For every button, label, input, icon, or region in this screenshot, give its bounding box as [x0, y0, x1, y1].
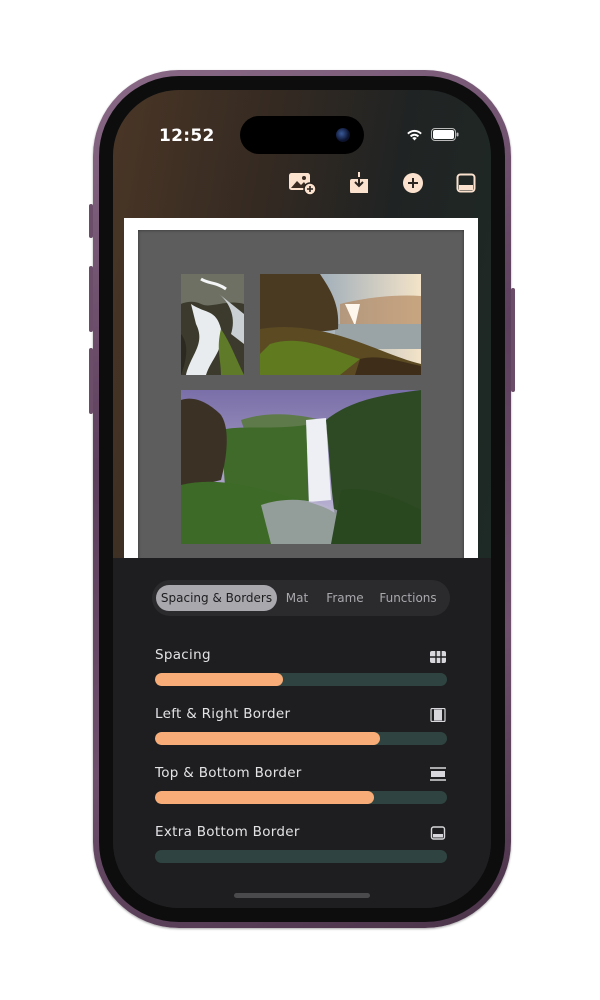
collage-canvas[interactable]	[124, 218, 478, 563]
collage-mat	[138, 230, 464, 563]
extra-bottom-border-icon	[430, 826, 446, 840]
download-button[interactable]	[344, 168, 374, 198]
spacing-slider[interactable]	[155, 673, 447, 686]
photo-skogafoss[interactable]	[181, 390, 421, 544]
tab-functions[interactable]: Functions	[376, 585, 440, 611]
top-bottom-border-icon	[430, 767, 446, 781]
extra-bottom-border-slider[interactable]	[155, 850, 447, 863]
tab-frame[interactable]: Frame	[322, 585, 368, 611]
photo-sunset-falls[interactable]	[260, 274, 421, 375]
spacing-label: Spacing	[155, 647, 211, 663]
toolbar	[113, 168, 491, 198]
camera-icon	[336, 128, 350, 142]
top-bottom-border-slider[interactable]	[155, 791, 447, 804]
left-right-border-label: Left & Right Border	[155, 706, 291, 722]
dynamic-island	[240, 116, 364, 154]
settings-panel: Spacing & Borders Mat Frame Functions Sp…	[113, 558, 491, 908]
volume-down-button	[89, 348, 93, 414]
wifi-icon	[407, 129, 422, 141]
download-icon	[350, 172, 368, 193]
grid-spacing-icon	[430, 651, 446, 663]
add-button[interactable]	[398, 168, 428, 198]
status-time: 12:52	[159, 126, 215, 146]
volume-up-button	[89, 266, 93, 332]
battery-icon	[431, 128, 459, 141]
status-icons	[406, 128, 459, 141]
extra-bottom-border-label: Extra Bottom Border	[155, 824, 300, 840]
home-indicator[interactable]	[234, 893, 370, 898]
screen: 12:52 Spacing & Borders Mat Frame Functi…	[113, 90, 491, 908]
bottom-panel-icon	[456, 173, 476, 193]
tab-mat[interactable]: Mat	[282, 585, 312, 611]
left-right-border-slider[interactable]	[155, 732, 447, 745]
action-button	[89, 204, 93, 238]
spacing-slider-fill	[155, 673, 284, 686]
tab-spacing-borders[interactable]: Spacing & Borders	[156, 585, 277, 611]
toggle-panel-button[interactable]	[451, 168, 481, 198]
phone-frame: 12:52 Spacing & Borders Mat Frame Functi…	[89, 70, 515, 928]
top-bottom-border-label: Top & Bottom Border	[155, 765, 302, 781]
plus-circle-icon	[403, 173, 423, 193]
add-photo-button[interactable]	[287, 168, 317, 198]
left-right-border-slider-fill	[155, 732, 380, 745]
add-photo-icon	[289, 173, 317, 195]
top-bottom-border-slider-fill	[155, 791, 374, 804]
power-button	[511, 288, 515, 392]
side-border-icon	[430, 708, 446, 722]
photo-cascade[interactable]	[181, 274, 244, 375]
tab-bar: Spacing & Borders Mat Frame Functions	[152, 580, 450, 616]
